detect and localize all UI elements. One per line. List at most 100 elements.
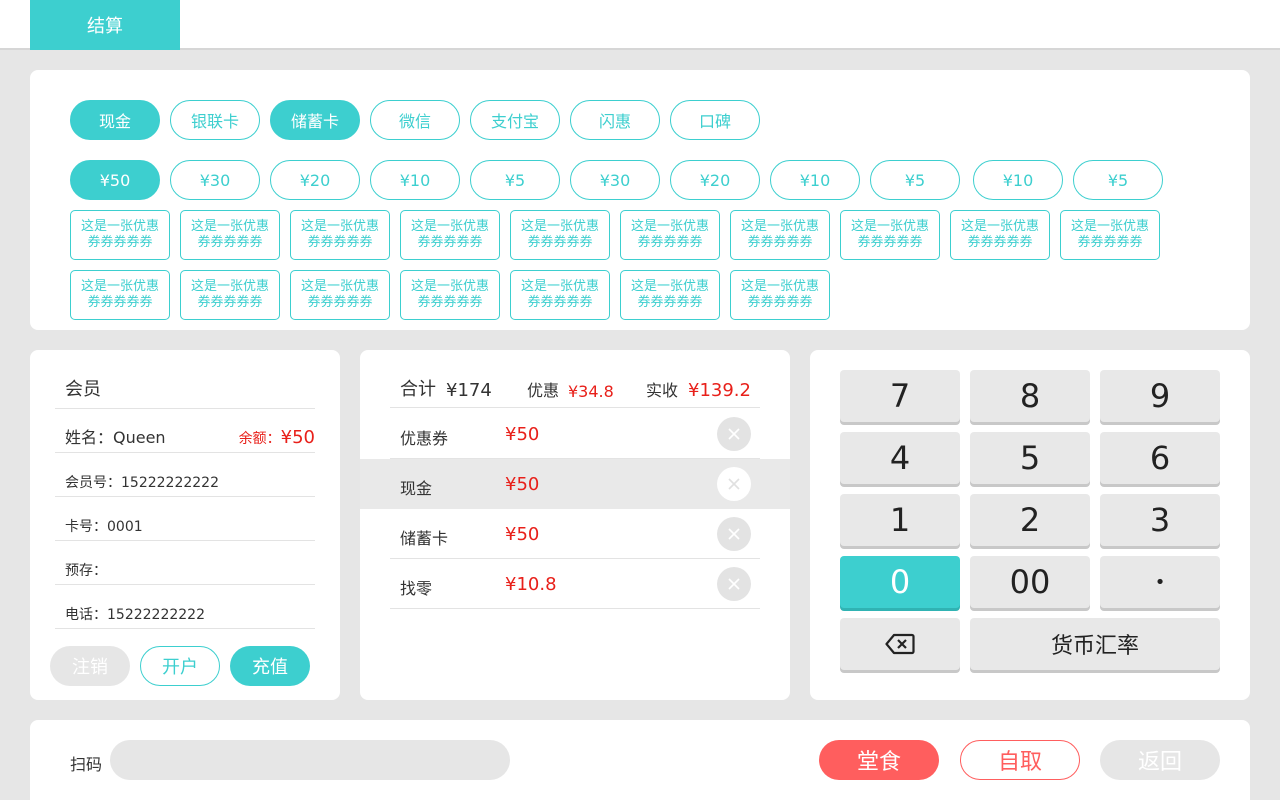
amount-button[interactable]: ¥10: [370, 160, 460, 200]
coupon-line-1: 这是一张优惠: [520, 279, 599, 294]
amount-button[interactable]: ¥20: [670, 160, 760, 200]
cancel-member-button[interactable]: 注销: [50, 646, 130, 686]
key-2[interactable]: 2: [970, 494, 1090, 546]
member-name-row: 姓名：Queen 余额：¥50: [55, 422, 315, 453]
coupon-card[interactable]: 这是一张优惠 券券券券券: [510, 270, 610, 320]
remove-icon[interactable]: [717, 417, 751, 451]
coupon-card[interactable]: 这是一张优惠 券券券券券: [840, 210, 940, 260]
pay-method-unionpay[interactable]: 银联卡: [170, 100, 260, 140]
coupon-card[interactable]: 这是一张优惠 券券券券券: [1060, 210, 1160, 260]
currency-exchange-button[interactable]: 货币汇率: [970, 618, 1220, 670]
pay-method-cash[interactable]: 现金: [70, 100, 160, 140]
key-7[interactable]: 7: [840, 370, 960, 422]
coupon-line-2: 券券券券券: [747, 235, 813, 250]
dine-in-button[interactable]: 堂食: [819, 740, 939, 780]
key-0[interactable]: 0: [840, 556, 960, 608]
coupon-card[interactable]: 这是一张优惠 券券券券券: [950, 210, 1050, 260]
coupon-card[interactable]: 这是一张优惠 券券券券券: [730, 210, 830, 260]
coupon-card[interactable]: 这是一张优惠 券券券券券: [730, 270, 830, 320]
coupon-line-2: 券券券券券: [417, 295, 483, 310]
member-card-row: 卡号：0001: [55, 510, 315, 541]
key-9[interactable]: 9: [1100, 370, 1220, 422]
member-phone-row: 电话：15222222222: [55, 598, 315, 629]
coupon-line-1: 这是一张优惠: [300, 219, 379, 234]
key-decimal[interactable]: •: [1100, 556, 1220, 608]
payment-panel: 现金 银联卡 储蓄卡 微信 支付宝 闪惠 口碑 ¥50 ¥30 ¥20 ¥10 …: [30, 70, 1250, 330]
back-button[interactable]: 返回: [1100, 740, 1220, 780]
summary-row-cash[interactable]: 现金 ¥50: [360, 459, 790, 509]
member-balance: 余额：¥50: [238, 427, 315, 448]
total-value: ¥174: [446, 380, 492, 401]
tab-checkout[interactable]: 结算: [30, 0, 180, 50]
amount-button[interactable]: ¥5: [1073, 160, 1163, 200]
coupon-line-2: 券券券券券: [307, 295, 373, 310]
coupon-card[interactable]: 这是一张优惠 券券券券券: [400, 210, 500, 260]
pay-method-wechat[interactable]: 微信: [370, 100, 460, 140]
pay-method-alipay[interactable]: 支付宝: [470, 100, 560, 140]
amount-button[interactable]: ¥30: [570, 160, 660, 200]
coupon-line-1: 这是一张优惠: [410, 279, 489, 294]
top-bar: 结算: [0, 0, 1280, 50]
amount-button[interactable]: ¥10: [973, 160, 1063, 200]
open-account-button[interactable]: 开户: [140, 646, 220, 686]
coupon-card[interactable]: 这是一张优惠 券券券券券: [180, 210, 280, 260]
coupon-line-1: 这是一张优惠: [960, 219, 1039, 234]
member-panel: 会员 姓名：Queen 余额：¥50 会员号：15222222222 卡号：00…: [30, 350, 340, 700]
key-6[interactable]: 6: [1100, 432, 1220, 484]
coupon-card[interactable]: 这是一张优惠 券券券券券: [180, 270, 280, 320]
remove-icon[interactable]: [717, 467, 751, 501]
coupon-line-1: 这是一张优惠: [850, 219, 929, 234]
key-4[interactable]: 4: [840, 432, 960, 484]
amount-button[interactable]: ¥5: [870, 160, 960, 200]
amount-button[interactable]: ¥20: [270, 160, 360, 200]
coupon-line-2: 券券券券券: [197, 295, 263, 310]
coupon-line-1: 这是一张优惠: [300, 279, 379, 294]
discount-label: 优惠: [527, 381, 560, 400]
pay-method-koubei[interactable]: 口碑: [670, 100, 760, 140]
recharge-button[interactable]: 充值: [230, 646, 310, 686]
summary-row-value: ¥50: [505, 424, 540, 445]
coupon-line-2: 券券券券券: [637, 295, 703, 310]
member-number-row: 会员号：15222222222: [55, 466, 315, 497]
backspace-key[interactable]: [840, 618, 960, 670]
remove-icon[interactable]: [717, 517, 751, 551]
takeaway-button[interactable]: 自取: [960, 740, 1080, 780]
scan-label: 扫码: [70, 755, 103, 774]
coupon-line-2: 券券券券券: [307, 235, 373, 250]
key-00[interactable]: 00: [970, 556, 1090, 608]
coupon-line-2: 券券券券券: [527, 295, 593, 310]
amount-button[interactable]: ¥30: [170, 160, 260, 200]
amount-button[interactable]: ¥5: [470, 160, 560, 200]
coupon-line-2: 券券券券券: [527, 235, 593, 250]
bottom-bar: 扫码 堂食 自取 返回: [30, 720, 1250, 800]
summary-row-value: ¥50: [505, 474, 540, 495]
coupon-line-1: 这是一张优惠: [630, 279, 709, 294]
scan-input[interactable]: [110, 740, 510, 780]
summary-row-label: 优惠券: [400, 429, 449, 448]
remove-icon[interactable]: [717, 567, 751, 601]
coupon-card[interactable]: 这是一张优惠 券券券券券: [70, 210, 170, 260]
coupon-card[interactable]: 这是一张优惠 券券券券券: [620, 210, 720, 260]
coupon-card[interactable]: 这是一张优惠 券券券券券: [290, 270, 390, 320]
coupon-line-1: 这是一张优惠: [80, 219, 159, 234]
coupon-line-1: 这是一张优惠: [190, 219, 269, 234]
pay-method-debit-card[interactable]: 储蓄卡: [270, 100, 360, 140]
coupon-card[interactable]: 这是一张优惠 券券券券券: [510, 210, 610, 260]
key-8[interactable]: 8: [970, 370, 1090, 422]
coupon-card[interactable]: 这是一张优惠 券券券券券: [290, 210, 390, 260]
amount-button[interactable]: ¥50: [70, 160, 160, 200]
key-5[interactable]: 5: [970, 432, 1090, 484]
key-3[interactable]: 3: [1100, 494, 1220, 546]
coupon-card[interactable]: 这是一张优惠 券券券券券: [620, 270, 720, 320]
summary-row-coupon: 优惠券 ¥50: [360, 409, 790, 459]
key-1[interactable]: 1: [840, 494, 960, 546]
backspace-icon: [885, 633, 915, 655]
coupon-line-1: 这是一张优惠: [1070, 219, 1149, 234]
discount-value: ¥34.8: [568, 382, 614, 401]
coupon-card[interactable]: 这是一张优惠 券券券券券: [400, 270, 500, 320]
pay-method-shanhui[interactable]: 闪惠: [570, 100, 660, 140]
summary-panel: 合计 ¥174 优惠 ¥34.8 实收 ¥139.2 优惠券 ¥50 现金 ¥5…: [360, 350, 790, 700]
coupon-card[interactable]: 这是一张优惠 券券券券券: [70, 270, 170, 320]
amount-button[interactable]: ¥10: [770, 160, 860, 200]
coupon-line-2: 券券券券券: [747, 295, 813, 310]
